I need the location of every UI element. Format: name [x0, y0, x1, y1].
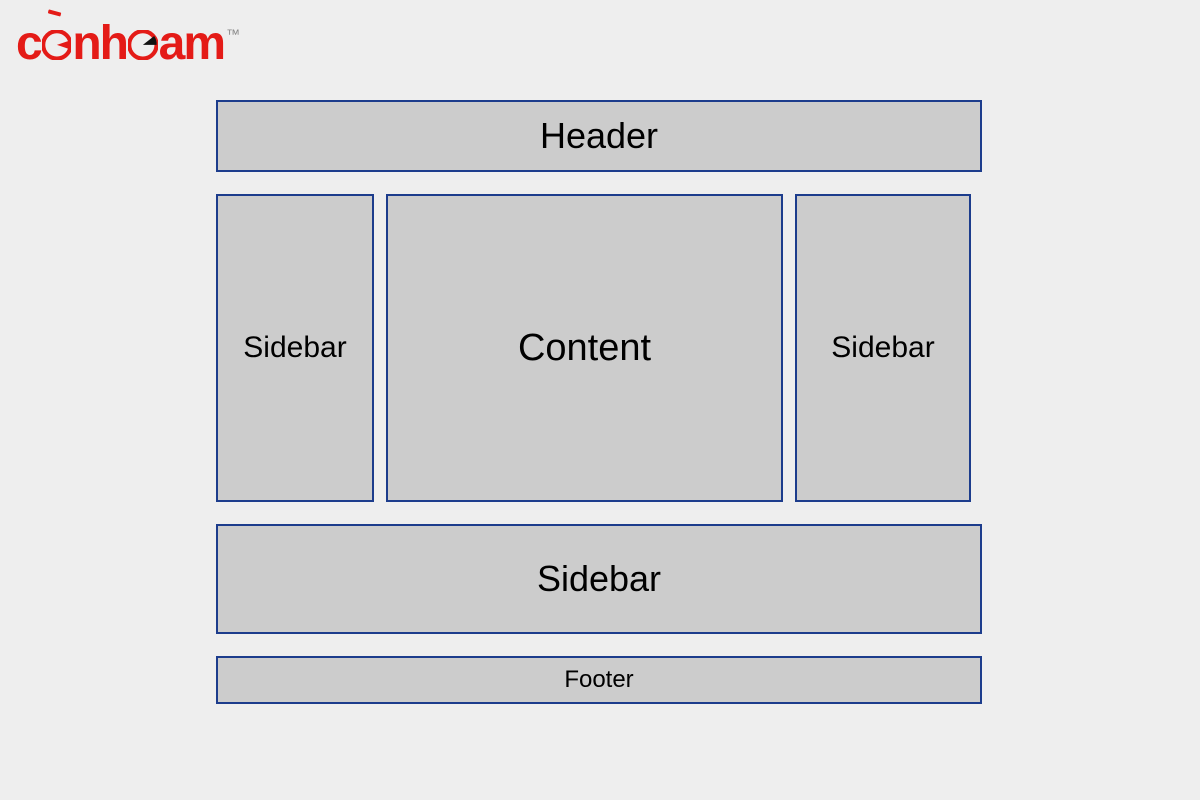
header-label: Header: [540, 115, 658, 157]
brand-accent-mark: [48, 10, 62, 18]
sidebar-left-label: Sidebar: [243, 331, 346, 365]
layout-diagram: Header Sidebar Content Sidebar Sidebar F…: [216, 100, 982, 704]
brand-text-part2: nh: [72, 17, 127, 70]
sidebar-right-region: Sidebar: [795, 194, 971, 502]
footer-region: Footer: [216, 656, 982, 704]
footer-label: Footer: [564, 666, 633, 694]
sidebar-bottom-label: Sidebar: [537, 558, 661, 600]
sidebar-bottom-region: Sidebar: [216, 524, 982, 634]
brand-wordmark: cnham: [16, 20, 224, 68]
sidebar-right-label: Sidebar: [831, 331, 934, 365]
middle-row: Sidebar Content Sidebar: [216, 194, 982, 502]
brand-trademark: ™: [226, 26, 240, 42]
content-region: Content: [386, 194, 783, 502]
sidebar-left-region: Sidebar: [216, 194, 374, 502]
brand-text-part3: am: [159, 17, 224, 70]
content-label: Content: [518, 327, 651, 370]
brand-a-glyph-icon: [42, 30, 72, 60]
brand-text-part1: c: [16, 17, 41, 70]
header-region: Header: [216, 100, 982, 172]
brand-logo: cnham ™: [16, 20, 240, 68]
brand-o-glyph-icon: [128, 30, 158, 60]
